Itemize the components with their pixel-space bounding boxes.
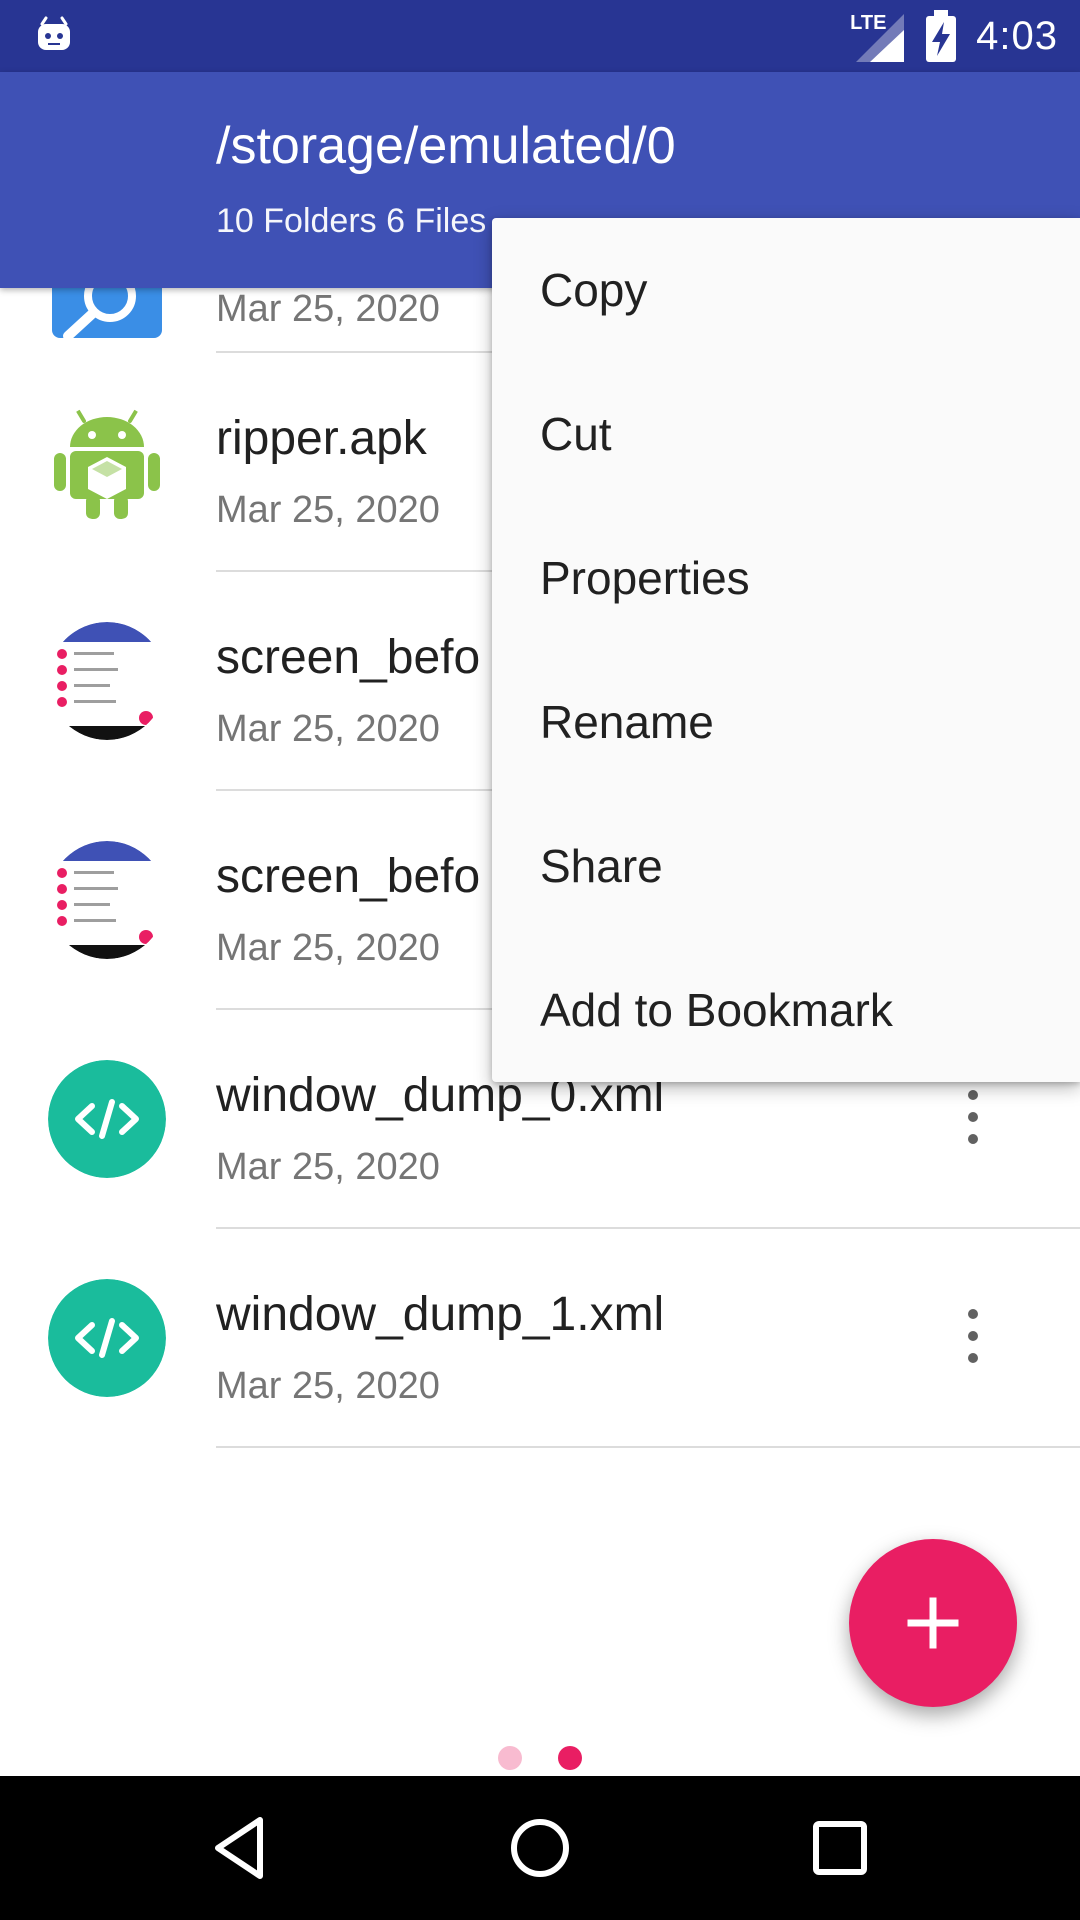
android-apk-icon	[54, 409, 160, 519]
pager-dot[interactable]	[498, 1746, 522, 1770]
file-date: Mar 25, 2020	[216, 489, 440, 531]
menu-item-copy[interactable]: Copy	[492, 218, 1080, 362]
current-path-title: /storage/emulated/0	[216, 117, 676, 175]
back-icon[interactable]	[190, 1798, 290, 1898]
image-thumbnail-icon	[48, 622, 166, 740]
android-robot-notification-icon	[38, 16, 70, 50]
menu-item-add-to-bookmark[interactable]: Add to Bookmark	[492, 938, 1080, 1082]
menu-item-properties[interactable]: Properties	[492, 506, 1080, 650]
file-date: Mar 25, 2020	[216, 288, 440, 330]
file-name: screen_befo	[216, 631, 481, 684]
menu-item-cut[interactable]: Cut	[492, 362, 1080, 506]
context-menu: Copy Cut Properties Rename Share Add to …	[492, 218, 1080, 1082]
divider	[216, 1446, 1080, 1448]
home-icon[interactable]	[490, 1798, 590, 1898]
status-time: 4:03	[976, 13, 1058, 58]
status-bar: LTE 4:03	[0, 0, 1080, 72]
lte-signal-icon: LTE	[850, 8, 906, 64]
list-item[interactable]: window_dump_1.xml Mar 25, 2020	[0, 1229, 1080, 1448]
file-date: Mar 25, 2020	[216, 927, 440, 969]
file-date: Mar 25, 2020	[216, 708, 440, 750]
file-name: ripper.apk	[216, 412, 427, 465]
file-date: Mar 25, 2020	[216, 1146, 440, 1188]
recents-icon[interactable]	[790, 1798, 890, 1898]
code-file-icon	[48, 1060, 166, 1178]
file-date: Mar 25, 2020	[216, 1365, 440, 1407]
code-file-icon	[48, 1279, 166, 1397]
image-thumbnail-icon	[48, 841, 166, 959]
pager-dot-active[interactable]	[558, 1746, 582, 1770]
more-options-icon[interactable]	[948, 1078, 996, 1158]
file-name: screen_befo	[216, 850, 481, 903]
menu-item-rename[interactable]: Rename	[492, 650, 1080, 794]
file-name: window_dump_1.xml	[216, 1288, 665, 1341]
search-app-icon	[52, 288, 162, 341]
more-options-icon[interactable]	[948, 1297, 996, 1377]
add-fab-button[interactable]	[849, 1539, 1017, 1707]
plus-icon	[907, 1597, 959, 1649]
battery-charging-icon	[926, 10, 957, 62]
folder-file-count: 10 Folders 6 Files	[216, 202, 487, 240]
navigation-bar	[0, 1776, 1080, 1920]
menu-item-share[interactable]: Share	[492, 794, 1080, 938]
